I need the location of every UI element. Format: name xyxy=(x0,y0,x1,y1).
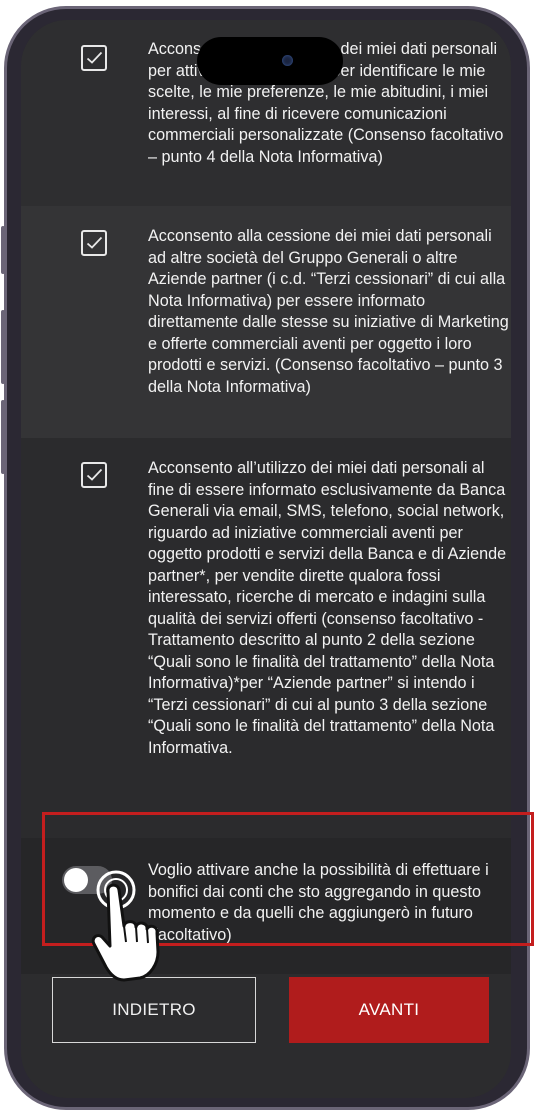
phone-volume-down-button xyxy=(1,400,5,474)
consent-section-marketing: Acconsento all’utilizzo dei miei dati pe… xyxy=(21,438,511,838)
consent-checkbox-marketing[interactable] xyxy=(81,462,107,488)
consent-text-marketing: Acconsento all’utilizzo dei miei dati pe… xyxy=(148,459,507,757)
next-button[interactable]: AVANTI xyxy=(289,977,489,1043)
dynamic-island xyxy=(197,37,343,85)
consent-checkbox-transfer[interactable] xyxy=(81,230,107,256)
consent-text-transfer: Acconsento alla cessione dei miei dati p… xyxy=(148,227,509,396)
camera-lens-icon xyxy=(282,55,293,66)
pointing-hand-icon xyxy=(91,870,160,982)
checkmark-icon xyxy=(86,468,103,481)
consent-checkbox-profiling[interactable] xyxy=(81,45,107,71)
checkmark-icon xyxy=(86,236,103,249)
phone-side-button xyxy=(1,226,5,274)
checkmark-icon xyxy=(86,51,103,64)
consent-section-transfer: Acconsento alla cessione dei miei dati p… xyxy=(21,206,511,438)
phone-volume-up-button xyxy=(1,310,5,384)
